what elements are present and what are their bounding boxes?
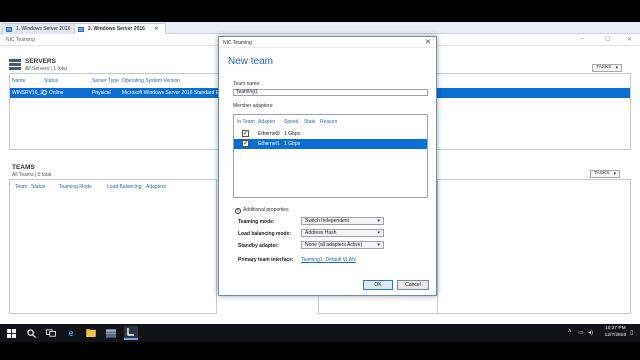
adapter-name: Ethernet0 [258,131,280,137]
dialog-close-icon[interactable]: ✕ [425,38,431,46]
teams-tasks-button[interactable]: TASKS ▾ [590,170,620,178]
member-adapters-label: Member adapters: [233,103,274,109]
minimize-button[interactable]: – [580,36,583,42]
chevron-down-icon: ▾ [377,218,380,224]
internet-explorer-icon[interactable]: e [64,326,78,340]
col-server-type[interactable]: Server Type [92,78,119,84]
taskbar: e ˄ ▭ ◂) 10:27 PM 12/7/2019 ▯ [0,324,640,342]
new-team-dialog: NIC Teaming ✕ New team Team name: Teamin… [218,36,437,296]
col-reason[interactable]: Reason [320,119,337,125]
server-os: Microsoft Windows Server 2016 Standard E [122,90,219,96]
servers-title: SERVERS [25,58,56,65]
server-type: Physical [92,90,111,96]
in-team-checkbox[interactable]: ✓ [242,140,249,147]
chevron-up-icon[interactable]: ˄ [568,329,572,335]
load-balancing-label: Load balancing mode: [238,231,292,237]
vm-tab-label: 1. Windows Server 2016 [16,26,71,32]
clock-time: 10:27 PM [605,326,626,331]
close-icon[interactable]: ✕ [154,26,158,32]
col-status[interactable]: Status [44,78,58,84]
letterbox-bottom [0,342,640,360]
notification-icon[interactable]: ▯ [630,329,633,336]
member-adapters-list[interactable]: In Team Adapter Speed State Reason ✓ Eth… [233,114,428,198]
vm-tab-2[interactable]: 2. Windows Server 2016 ✕ [74,23,166,34]
chevron-down-icon: ▾ [615,65,618,71]
standby-adapter-select[interactable]: None (all adapters Active) ▾ [301,241,384,249]
ok-button[interactable]: OK [363,280,393,290]
adapter-speed: 1 Gbps [284,131,301,137]
vm-icon [6,27,12,32]
col-in-team[interactable]: In Team [237,119,255,125]
in-team-checkbox[interactable]: ✓ [242,130,249,137]
network-icon[interactable]: ▭ [578,329,584,336]
dialog-titlebar: NIC Teaming ✕ [219,37,436,48]
server-name: WINSRV16_2 [12,90,44,96]
col-load-balancing[interactable]: Load Balancing [107,184,141,190]
team-name-label: Team name: [233,81,261,87]
maximize-button[interactable]: ☐ [605,36,610,43]
server-status: Online [42,90,63,96]
tasks-label: TASKS [594,171,610,176]
load-balancing-select[interactable]: Address Hash ▾ [301,229,384,237]
online-icon [42,90,47,95]
additional-properties-label: Additional properties [243,207,289,213]
team-name-input[interactable]: Teaming1 [233,89,428,96]
adapter-row[interactable]: ✓ Ethernet1 1 Gbps [234,139,427,149]
dialog-heading: New team [228,56,274,67]
teams-title: TEAMS [12,164,35,171]
chevron-down-icon: ▾ [613,171,616,177]
file-explorer-icon[interactable] [84,326,98,340]
vm-icon [78,27,84,32]
chevron-down-icon: ▾ [377,242,380,248]
servers-tasks-button[interactable]: TASKS ▾ [592,64,622,72]
task-view-icon[interactable] [44,326,58,340]
col-adapters[interactable]: Adapters [146,184,166,190]
primary-interface-link[interactable]: Teaming1: Default VLAN [301,257,356,263]
col-teaming-mode[interactable]: Teaming Mode [59,184,92,190]
col-name[interactable]: Name [12,78,25,84]
server-row-right[interactable] [437,88,630,98]
search-icon[interactable] [24,326,38,340]
col-os-version[interactable]: Operating System Version [122,78,180,84]
additional-properties-toggle[interactable]: ˄ Additional properties [235,207,289,214]
cancel-button[interactable]: Cancel [397,280,429,290]
vm-tab-label: 2. Windows Server 2016 [88,26,145,32]
primary-interface-label: Primary team interface: [238,257,294,263]
col-team[interactable]: Team [15,184,27,190]
adapters-panel-lower [318,296,438,314]
start-icon[interactable] [4,326,18,340]
letterbox-top [0,0,640,22]
teams-subtitle: All Teams | 0 total [12,172,52,178]
dialog-title: NIC Teaming [223,40,252,46]
col-speed[interactable]: Speed [284,119,298,125]
vm-tab-strip: 1. Windows Server 2016 ✕ 2. Windows Serv… [0,22,640,34]
adapter-speed: 1 Gbps [284,141,301,147]
taskbar-clock[interactable]: 10:27 PM 12/7/2019 [605,326,626,339]
server-manager-icon[interactable] [104,326,118,340]
adapter-name: Ethernet1 [258,141,280,147]
standby-adapter-label: Standby adapter: [238,243,279,249]
adapter-row[interactable]: ✓ Ethernet0 1 Gbps [234,129,427,139]
close-button[interactable]: ✕ [627,36,632,43]
volume-icon[interactable]: ◂) [588,329,593,336]
col-state[interactable]: State [304,119,316,125]
teaming-mode-select[interactable]: Switch Independent ▾ [301,217,384,225]
window-title: NIC Teaming [6,37,35,43]
tasks-label: TASKS [596,65,612,70]
col-adapter[interactable]: Adapter [258,119,276,125]
servers-icon [9,59,21,71]
powershell-icon[interactable] [124,326,138,340]
adapters-panel [437,179,631,314]
teaming-mode-label: Teaming mode: [238,219,275,225]
clock-date: 12/7/2019 [604,332,626,338]
chevron-up-icon: ˄ [235,208,241,214]
col-team-status[interactable]: Status [31,184,45,190]
servers-subtitle: All Servers | 1 total [25,66,67,72]
teams-panel [9,179,217,314]
chevron-down-icon: ▾ [377,230,380,236]
